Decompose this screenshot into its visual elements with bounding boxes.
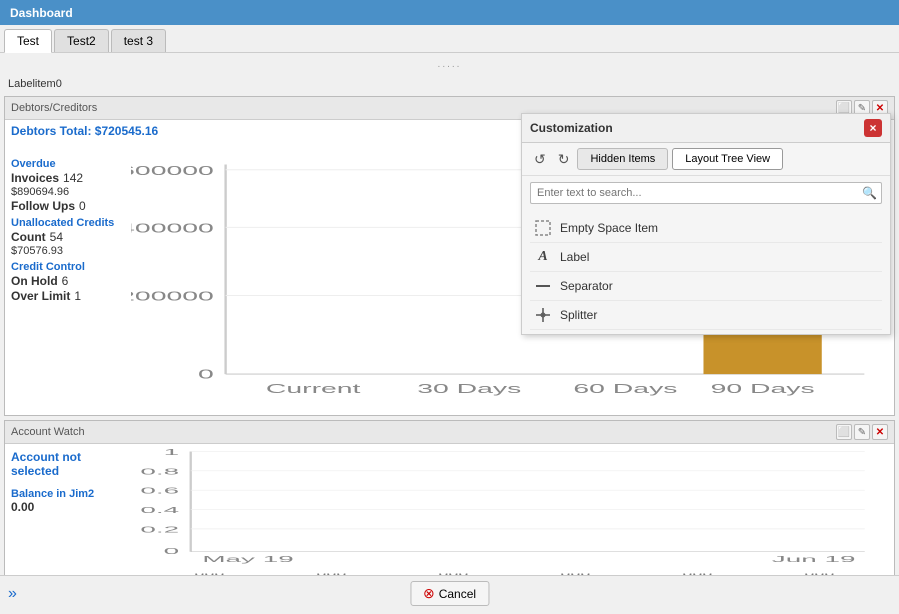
separator-label: Separator bbox=[560, 279, 613, 293]
followups-row: Follow Ups 0 bbox=[11, 199, 119, 213]
list-item-splitter[interactable]: Splitter bbox=[530, 301, 882, 330]
splitter-label: Splitter bbox=[560, 308, 597, 322]
onhold-label: On Hold bbox=[11, 274, 58, 288]
label-item: Labelitem0 bbox=[4, 76, 895, 92]
count-value: 54 bbox=[50, 230, 63, 244]
followups-value: 0 bbox=[79, 199, 86, 213]
app-title: Dashboard bbox=[10, 6, 73, 20]
svg-text:0: 0 bbox=[198, 367, 214, 381]
svg-text:1: 1 bbox=[164, 448, 180, 457]
splitter-icon bbox=[534, 306, 552, 324]
list-item-empty-space[interactable]: Empty Space Item bbox=[530, 214, 882, 243]
redo-button[interactable]: ↻ bbox=[554, 149, 574, 170]
empty-space-label: Empty Space Item bbox=[560, 221, 658, 235]
unallocated-label: Unallocated Credits bbox=[11, 217, 119, 229]
list-item-separator[interactable]: Separator bbox=[530, 272, 882, 301]
count-row: Count 54 bbox=[11, 230, 119, 244]
svg-text:Current: Current bbox=[266, 381, 361, 395]
undo-button[interactable]: ↺ bbox=[530, 149, 550, 170]
balance-label: Balance in Jim2 bbox=[11, 488, 109, 500]
debtors-stats: Overdue Invoices 142 $890694.96 Follow U… bbox=[5, 148, 125, 442]
svg-text:200000: 200000 bbox=[131, 289, 214, 303]
tab-test2[interactable]: Test2 bbox=[54, 29, 109, 52]
svg-text:0: 0 bbox=[164, 547, 180, 556]
overlimit-label: Over Limit bbox=[11, 289, 70, 303]
svg-text:0.2: 0.2 bbox=[140, 525, 179, 534]
svg-text:60 Days: 60 Days bbox=[573, 381, 677, 395]
svg-text:90 Days: 90 Days bbox=[711, 381, 815, 395]
svg-text:0.4: 0.4 bbox=[140, 506, 179, 515]
customization-header: Customization × bbox=[522, 114, 890, 143]
tab-bar: Test Test2 test 3 bbox=[0, 25, 899, 53]
svg-text:0.6: 0.6 bbox=[140, 486, 179, 495]
main-content: ..... Labelitem0 Debtors/Creditors ⬜ ✎ ✕… bbox=[0, 53, 899, 611]
cancel-label: Cancel bbox=[439, 587, 476, 601]
customization-list: Empty Space Item A Label Separator bbox=[522, 210, 890, 334]
customization-title: Customization bbox=[530, 121, 613, 135]
account-not-selected: Account not selected bbox=[11, 450, 109, 478]
svg-text:400000: 400000 bbox=[131, 221, 214, 235]
customization-close-button[interactable]: × bbox=[864, 119, 882, 137]
debtors-header-title: Debtors/Creditors bbox=[11, 102, 97, 114]
invoices-row: Invoices 142 bbox=[11, 171, 119, 185]
onhold-value: 6 bbox=[62, 274, 69, 288]
tab-layout-tree-view[interactable]: Layout Tree View bbox=[672, 148, 783, 170]
tab-test[interactable]: Test bbox=[4, 29, 52, 53]
search-icon: 🔍 bbox=[862, 186, 877, 200]
svg-text:600000: 600000 bbox=[131, 164, 214, 178]
svg-text:30 Days: 30 Days bbox=[417, 381, 521, 395]
svg-text:0.8: 0.8 bbox=[140, 467, 179, 476]
label-item-label: Label bbox=[560, 250, 589, 264]
balance-value: 0.00 bbox=[11, 500, 109, 514]
label-item-icon: A bbox=[534, 248, 552, 266]
overdue-label: Overdue bbox=[11, 158, 119, 170]
debtors-total: Debtors Total: $720545.16 bbox=[11, 124, 158, 138]
unallocated-amount: $70576.93 bbox=[11, 245, 119, 257]
separator-icon bbox=[534, 277, 552, 295]
empty-space-icon bbox=[534, 219, 552, 237]
cancel-button[interactable]: ⊗ Cancel bbox=[410, 581, 489, 606]
overlimit-row: Over Limit 1 bbox=[11, 289, 119, 303]
customization-search: 🔍 bbox=[530, 182, 882, 204]
credit-control-label: Credit Control bbox=[11, 261, 119, 273]
cancel-icon: ⊗ bbox=[423, 585, 435, 602]
customization-panel: Customization × ↺ ↻ Hidden Items Layout … bbox=[521, 113, 891, 335]
account-line-chart: 1 0.8 0.6 0.4 0.2 0 May 19 bbox=[121, 448, 888, 569]
tab-hidden-items[interactable]: Hidden Items bbox=[577, 148, 668, 170]
followups-label: Follow Ups bbox=[11, 199, 75, 213]
bottom-bar: » ⊗ Cancel bbox=[0, 575, 899, 611]
account-header-title: Account Watch bbox=[11, 426, 85, 438]
search-input[interactable] bbox=[530, 182, 882, 204]
customization-toolbar: ↺ ↻ Hidden Items Layout Tree View bbox=[522, 143, 890, 176]
nav-arrows-icon[interactable]: » bbox=[8, 585, 17, 603]
invoices-label: Invoices bbox=[11, 171, 59, 185]
count-label: Count bbox=[11, 230, 46, 244]
list-item-label[interactable]: A Label bbox=[530, 243, 882, 272]
svg-text:Jun 19: Jun 19 bbox=[772, 555, 856, 564]
invoices-amount: $890694.96 bbox=[11, 186, 119, 198]
svg-text:May 19: May 19 bbox=[202, 555, 293, 564]
tab-test3[interactable]: test 3 bbox=[111, 29, 166, 52]
onhold-row: On Hold 6 bbox=[11, 274, 119, 288]
title-bar: Dashboard bbox=[0, 0, 899, 25]
drag-dots: ..... bbox=[4, 57, 895, 72]
overlimit-value: 1 bbox=[74, 289, 81, 303]
invoices-value: 142 bbox=[63, 171, 83, 185]
